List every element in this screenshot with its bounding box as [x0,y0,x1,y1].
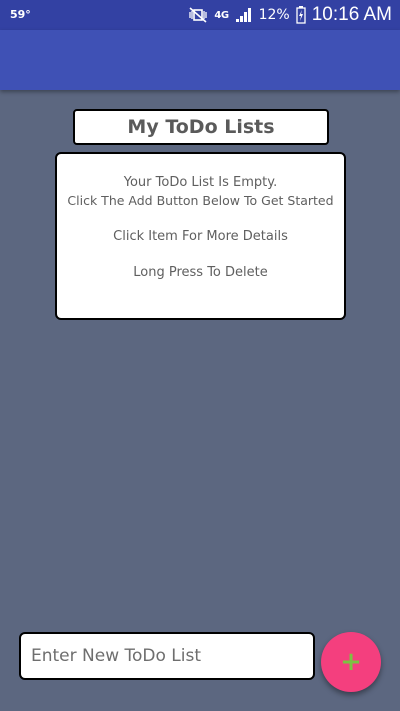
status-bar: 59° 4G 12% 10:16 AM [0,0,400,30]
app-bar [0,30,400,90]
status-icons: 4G 12% 10:16 AM [188,3,392,27]
new-todo-list-input[interactable] [19,632,315,680]
delete-hint: Long Press To Delete [133,265,268,280]
details-hint: Click Item For More Details [113,229,288,244]
add-list-button[interactable]: + [321,632,381,692]
signal-icon [235,7,253,23]
plus-icon: + [340,647,362,677]
status-left-text: 59° [10,8,31,21]
empty-list-card: Your ToDo List Is Empty. Click The Add B… [55,152,346,320]
network-4g-icon: 4G [214,9,229,21]
battery-percent: 12% [258,7,290,23]
mute-vibrate-icon [188,7,208,23]
empty-message: Your ToDo List Is Empty. [123,175,278,190]
status-time: 10:16 AM [311,4,392,25]
battery-icon [296,6,306,24]
get-started-hint: Click The Add Button Below To Get Starte… [67,193,334,208]
page-title: My ToDo Lists [73,109,329,145]
